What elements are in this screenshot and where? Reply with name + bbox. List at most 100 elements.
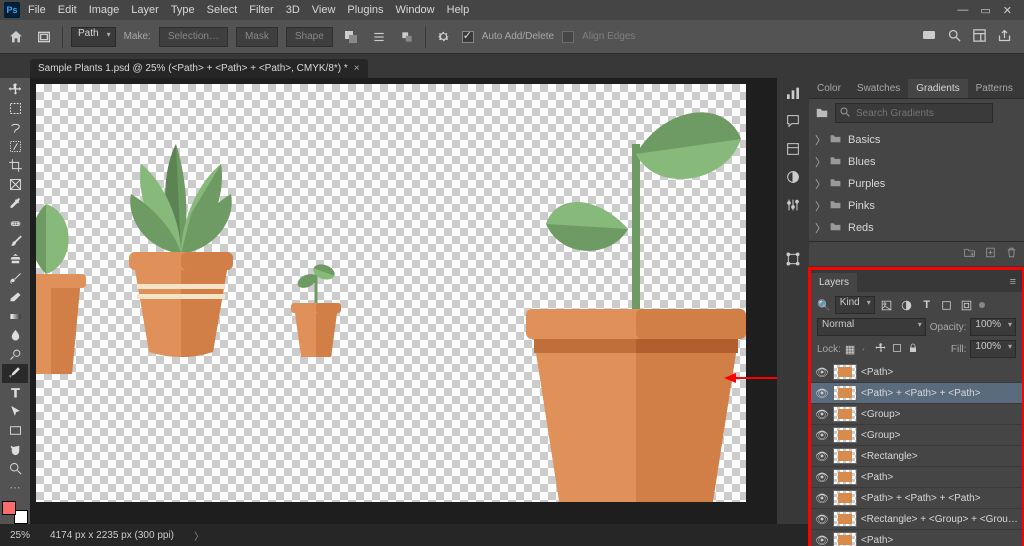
workspace-icon[interactable] — [972, 28, 987, 46]
lock-position-icon[interactable] — [875, 342, 887, 357]
gradient-group-pinks[interactable]: 〉Pinks — [809, 195, 1024, 217]
close-tab-icon[interactable]: × — [354, 63, 360, 74]
window-restore-icon[interactable]: ▭ — [980, 4, 990, 17]
gradient-group-blues[interactable]: 〉Blues — [809, 151, 1024, 173]
dock-properties-icon[interactable] — [782, 194, 804, 216]
document-dimensions[interactable]: 4174 px x 2235 px (300 ppi) — [50, 530, 174, 541]
background-color-swatch[interactable] — [14, 510, 28, 524]
search-icon[interactable] — [947, 28, 962, 46]
delete-gradient-icon[interactable] — [1005, 246, 1018, 262]
menu-layer[interactable]: Layer — [125, 2, 165, 18]
foreground-background-color[interactable] — [2, 501, 28, 524]
eyedropper-tool[interactable] — [2, 194, 28, 213]
menu-view[interactable]: View — [306, 2, 342, 18]
panel-tab-gradients[interactable]: Gradients — [908, 79, 967, 98]
visibility-icon[interactable]: 👁 — [815, 387, 829, 400]
move-tool[interactable] — [2, 80, 28, 99]
path-selection-tool[interactable] — [2, 402, 28, 421]
make-mask-button[interactable]: Mask — [236, 27, 278, 47]
edit-toolbar-icon[interactable]: ⋯ — [2, 478, 28, 497]
path-operations-icon[interactable] — [341, 27, 361, 47]
path-alignment-icon[interactable] — [369, 27, 389, 47]
dodge-tool[interactable] — [2, 345, 28, 364]
visibility-icon[interactable]: 👁 — [815, 429, 829, 442]
gradient-search-input[interactable] — [835, 103, 993, 123]
layer-row[interactable]: 👁<Path> — [811, 467, 1022, 488]
menu-type[interactable]: Type — [165, 2, 201, 18]
visibility-icon[interactable]: 👁 — [815, 471, 829, 484]
menu-window[interactable]: Window — [390, 2, 441, 18]
layer-thumbnail[interactable] — [833, 511, 857, 527]
gradient-tool[interactable] — [2, 307, 28, 326]
new-gradient-group-icon[interactable] — [963, 246, 976, 262]
gradient-preset-folder-icon[interactable] — [813, 104, 831, 122]
layer-thumbnail[interactable] — [833, 490, 857, 506]
recent-files-icon[interactable] — [34, 27, 54, 47]
healing-brush-tool[interactable] — [2, 213, 28, 232]
blend-mode-dropdown[interactable]: Normal — [817, 318, 926, 336]
menu-help[interactable]: Help — [441, 2, 476, 18]
layer-row[interactable]: 👁<Path> + <Path> + <Path> — [811, 383, 1022, 404]
visibility-icon[interactable]: 👁 — [815, 450, 829, 463]
filter-shape-icon[interactable] — [939, 297, 955, 313]
panel-tab-patterns[interactable]: Patterns — [968, 79, 1021, 98]
lock-image-icon[interactable] — [859, 342, 871, 357]
layer-row[interactable]: 👁<Path> — [811, 362, 1022, 383]
window-close-icon[interactable]: ✕ — [1003, 4, 1012, 17]
window-minimize-icon[interactable]: — — [957, 4, 968, 17]
menu-file[interactable]: File — [22, 2, 52, 18]
path-arrangement-icon[interactable] — [397, 27, 417, 47]
filter-type-icon[interactable]: T — [919, 297, 935, 313]
menu-select[interactable]: Select — [201, 2, 244, 18]
lock-all-icon[interactable] — [907, 342, 919, 357]
panel-menu-icon[interactable]: ≡ — [1004, 272, 1022, 292]
rectangle-tool[interactable] — [2, 421, 28, 440]
filter-pixel-icon[interactable] — [879, 297, 895, 313]
menu-plugins[interactable]: Plugins — [341, 2, 389, 18]
filter-toggle-icon[interactable] — [979, 302, 985, 308]
home-icon[interactable] — [6, 27, 26, 47]
layers-tab[interactable]: Layers — [811, 273, 857, 292]
layer-filter-kind-dropdown[interactable]: Kind — [835, 296, 875, 314]
layer-thumbnail[interactable] — [833, 448, 857, 464]
layer-row[interactable]: 👁<Path> — [811, 530, 1022, 546]
hand-tool[interactable] — [2, 440, 28, 459]
document-tab[interactable]: Sample Plants 1.psd @ 25% (<Path> + <Pat… — [30, 59, 368, 78]
menu-edit[interactable]: Edit — [52, 2, 83, 18]
align-edges-checkbox[interactable] — [562, 31, 574, 43]
layer-thumbnail[interactable] — [833, 532, 857, 546]
lock-transparent-icon[interactable]: ▦ — [845, 343, 855, 356]
share-icon[interactable] — [997, 28, 1012, 46]
layer-row[interactable]: 👁<Path> + <Path> + <Path> — [811, 488, 1022, 509]
lasso-tool[interactable] — [2, 118, 28, 137]
visibility-icon[interactable]: 👁 — [815, 366, 829, 379]
new-gradient-icon[interactable] — [984, 246, 997, 262]
layer-thumbnail[interactable] — [833, 385, 857, 401]
dock-libraries-icon[interactable] — [782, 138, 804, 160]
path-mode-dropdown[interactable]: Path — [71, 27, 116, 47]
layer-row[interactable]: 👁<Rectangle> + <Group> + <Group> — [811, 509, 1022, 530]
layer-thumbnail[interactable] — [833, 427, 857, 443]
menu-filter[interactable]: Filter — [243, 2, 279, 18]
blur-tool[interactable] — [2, 326, 28, 345]
layer-row[interactable]: 👁<Group> — [811, 404, 1022, 425]
visibility-icon[interactable]: 👁 — [815, 513, 829, 526]
layer-thumbnail[interactable] — [833, 469, 857, 485]
brush-tool[interactable] — [2, 232, 28, 251]
visibility-icon[interactable]: 👁 — [815, 534, 829, 546]
auto-add-delete-checkbox[interactable] — [462, 31, 474, 43]
gear-icon[interactable] — [434, 27, 454, 47]
marquee-tool[interactable] — [2, 99, 28, 118]
foreground-color-swatch[interactable] — [2, 501, 16, 515]
object-selection-tool[interactable] — [2, 137, 28, 156]
canvas-area[interactable] — [30, 78, 777, 524]
make-shape-button[interactable]: Shape — [286, 27, 333, 47]
eraser-tool[interactable] — [2, 288, 28, 307]
visibility-icon[interactable]: 👁 — [815, 492, 829, 505]
fill-dropdown[interactable]: 100% — [970, 340, 1016, 358]
dock-histogram-icon[interactable] — [782, 82, 804, 104]
cloud-docs-icon[interactable] — [921, 27, 937, 46]
opacity-dropdown[interactable]: 100% — [970, 318, 1016, 336]
filter-smartobject-icon[interactable] — [959, 297, 975, 313]
dock-comments-icon[interactable] — [782, 110, 804, 132]
